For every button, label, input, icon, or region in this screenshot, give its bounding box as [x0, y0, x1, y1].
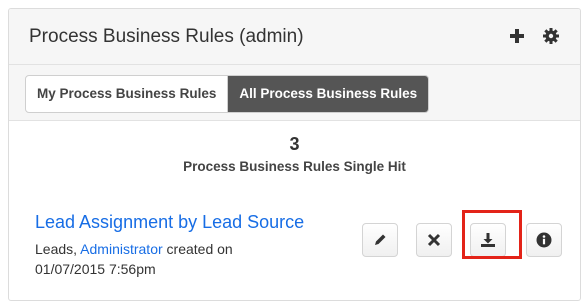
dashlet-header: Process Business Rules (admin) [9, 9, 580, 65]
delete-button[interactable] [416, 223, 452, 257]
plus-icon[interactable] [506, 25, 528, 47]
gear-icon[interactable] [540, 25, 562, 47]
download-icon [481, 233, 495, 247]
info-icon [536, 232, 552, 248]
record-count-label: Process Business Rules Single Hit [183, 159, 406, 174]
dashlet-title: Process Business Rules (admin) [29, 26, 304, 47]
tab-all-process-business-rules[interactable]: All Process Business Rules [227, 76, 429, 112]
edit-button[interactable] [362, 223, 398, 257]
export-button[interactable] [470, 223, 506, 257]
info-button[interactable] [526, 223, 562, 257]
filter-toolbar: My Process Business Rules All Process Bu… [9, 65, 580, 121]
record-title-link[interactable]: Lead Assignment by Lead Source [35, 212, 304, 233]
pencil-icon [375, 234, 386, 245]
close-icon [427, 233, 441, 247]
tab-group: My Process Business Rules All Process Bu… [25, 75, 430, 113]
record-date: 01/07/2015 7:56pm [35, 261, 156, 277]
record-count: 3 [289, 134, 300, 154]
record-created-text: created on [166, 241, 233, 257]
record-module: Leads, [35, 241, 78, 257]
tab-my-process-business-rules[interactable]: My Process Business Rules [26, 76, 227, 112]
record-user-link[interactable]: Administrator [80, 241, 162, 257]
record-meta: Leads, Administrator created on [35, 241, 233, 257]
dashlet: Process Business Rules (admin) My Proces… [8, 8, 581, 301]
